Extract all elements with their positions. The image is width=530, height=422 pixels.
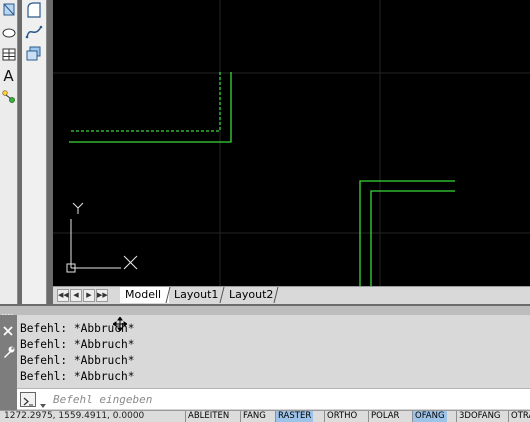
attribute-icon[interactable] bbox=[0, 88, 17, 108]
chevron-down-icon bbox=[40, 404, 46, 408]
coordinate-readout: 1272.2975, 1559.4911, 0.0000 bbox=[4, 411, 145, 421]
history-line: Befehl: *Abbruch* bbox=[20, 338, 135, 351]
prev-tab-button[interactable]: ◀ bbox=[70, 289, 82, 302]
command-window-grip[interactable] bbox=[0, 306, 530, 319]
command-history: Befehl: *Abbruch* Befehl: *Abbruch* Befe… bbox=[17, 315, 530, 393]
layout-tab-bar: ◀◀ ◀ ▶ ▶▶ Modell Layout1 Layout2 bbox=[53, 286, 530, 304]
command-line bbox=[17, 388, 530, 409]
polygon-icon[interactable] bbox=[0, 0, 17, 20]
block-icon[interactable] bbox=[22, 44, 46, 64]
last-tab-button[interactable]: ▶▶ bbox=[96, 289, 108, 302]
model-space-canvas[interactable] bbox=[53, 0, 530, 286]
table-icon[interactable] bbox=[0, 44, 17, 64]
status-toggle-3dofang[interactable]: 3DOFANG bbox=[456, 411, 503, 422]
status-toggle-fang[interactable]: FANG bbox=[240, 411, 268, 422]
tab-divider bbox=[273, 287, 279, 303]
next-tab-button[interactable]: ▶ bbox=[83, 289, 95, 302]
text-tool-label: A bbox=[3, 67, 14, 85]
spline-icon[interactable] bbox=[22, 22, 46, 42]
wrench-icon[interactable] bbox=[4, 346, 15, 359]
circle-icon[interactable] bbox=[0, 22, 17, 42]
tab-label: Modell bbox=[125, 288, 162, 301]
status-toggle-ofang[interactable]: OFANG bbox=[412, 411, 447, 422]
recent-commands-dropdown[interactable] bbox=[39, 395, 47, 408]
command-window-side-strip bbox=[0, 315, 17, 421]
text-icon[interactable]: A bbox=[0, 66, 17, 86]
status-toggle-ableiten[interactable]: ABLEITEN bbox=[185, 411, 231, 422]
command-input[interactable] bbox=[53, 391, 513, 407]
status-toggle-raster[interactable]: RASTER bbox=[275, 411, 314, 422]
draw-toolbar: A bbox=[0, 0, 18, 304]
status-toggle-ortho[interactable]: ORTHO bbox=[324, 411, 359, 422]
grid bbox=[53, 0, 530, 286]
drawing-area[interactable] bbox=[53, 0, 530, 286]
status-toggle-polar[interactable]: POLAR bbox=[368, 411, 401, 422]
history-line: Befehl: *Abbruch* bbox=[20, 354, 135, 367]
status-toggle-otrack[interactable]: OTRACK bbox=[508, 411, 530, 422]
wall-corner-upper bbox=[69, 72, 232, 143]
first-tab-button[interactable]: ◀◀ bbox=[57, 289, 69, 302]
tab-modell[interactable]: Modell bbox=[120, 287, 170, 303]
tab-layout1[interactable]: Layout1 bbox=[169, 287, 226, 303]
modify-toolbar bbox=[22, 0, 47, 304]
region-icon[interactable] bbox=[22, 0, 46, 20]
status-bar: 1272.2975, 1559.4911, 0.0000 ABLEITEN FAN… bbox=[0, 410, 530, 422]
close-icon[interactable] bbox=[3, 326, 13, 336]
history-line: Befehl: *Abbruch* bbox=[20, 370, 135, 383]
command-prompt-icon[interactable] bbox=[20, 392, 36, 407]
command-window: Befehl: *Abbruch* Befehl: *Abbruch* Befe… bbox=[0, 306, 530, 421]
tab-label: Layout1 bbox=[174, 288, 219, 301]
tab-label: Layout2 bbox=[229, 288, 274, 301]
move-cursor-icon bbox=[113, 317, 127, 331]
ucs-icon bbox=[66, 202, 138, 273]
